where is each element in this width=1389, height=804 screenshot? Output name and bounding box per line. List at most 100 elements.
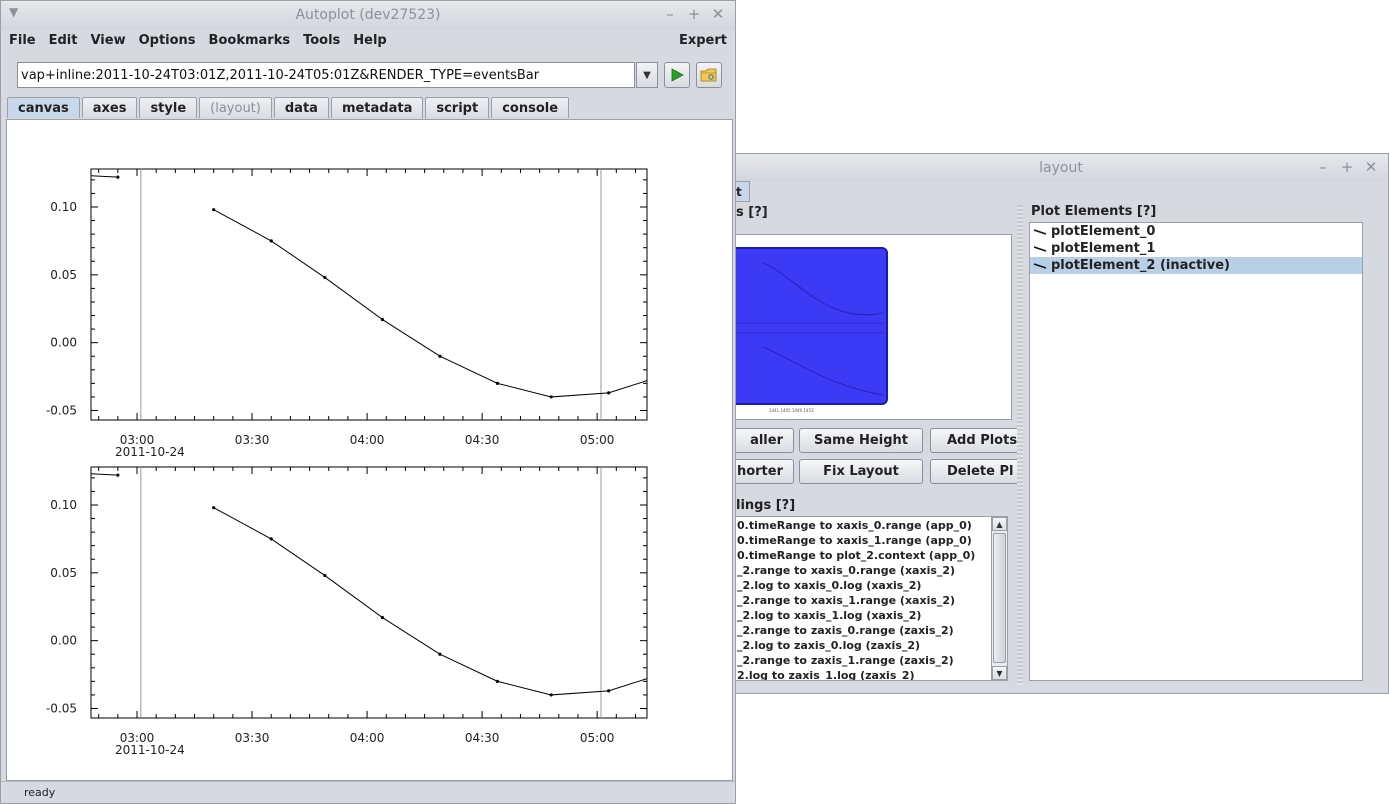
menu-help[interactable]: Help xyxy=(353,33,386,48)
tab-style[interactable]: style xyxy=(139,97,198,118)
list-item[interactable]: _2.range to zaxis_1.range (zaxis_2) xyxy=(735,653,991,668)
plot-frame[interactable] xyxy=(90,168,648,421)
scroll-up-icon[interactable]: ▲ xyxy=(992,517,1007,531)
plot-0[interactable]: 03:002011-10-2403:30 04:00 04:30 05:000.100… xyxy=(46,168,648,459)
data-point[interactable] xyxy=(116,473,120,477)
layout-window-title: layout xyxy=(1039,159,1083,176)
folder-icon xyxy=(700,68,717,82)
minimize-icon[interactable]: – xyxy=(663,5,677,23)
add-plots-button[interactable]: Add Plots xyxy=(930,428,1020,453)
data-point[interactable] xyxy=(607,689,611,693)
run-button[interactable] xyxy=(664,62,690,88)
menu-edit[interactable]: Edit xyxy=(49,33,78,48)
series-line[interactable] xyxy=(213,507,647,696)
series-line[interactable] xyxy=(91,175,118,178)
data-point[interactable] xyxy=(549,693,553,697)
data-point[interactable] xyxy=(212,208,216,212)
plot-1[interactable]: 03:002011-10-2403:30 04:00 04:30 05:000.100… xyxy=(46,466,648,757)
status-text: ready xyxy=(24,786,56,799)
data-point[interactable] xyxy=(549,395,553,399)
list-item[interactable]: 0.timeRange to xaxis_0.range (app_0) xyxy=(735,518,991,533)
scroll-thumb[interactable] xyxy=(993,533,1006,663)
open-file-button[interactable] xyxy=(696,62,722,88)
tab-console[interactable]: console xyxy=(491,97,570,118)
data-point[interactable] xyxy=(438,354,442,358)
window-menu-icon[interactable]: ▼ xyxy=(9,5,18,19)
menu-expert[interactable]: Expert xyxy=(679,33,727,48)
x-tick-label: 04:00 xyxy=(350,433,385,447)
list-item[interactable]: 0.timeRange to xaxis_1.range (app_0) xyxy=(735,533,991,548)
data-point[interactable] xyxy=(269,239,273,243)
data-point[interactable] xyxy=(323,573,327,578)
same-height-button[interactable]: Same Height xyxy=(799,428,923,453)
list-item[interactable]: _2.range to xaxis_0.range (xaxis_2) xyxy=(735,563,991,578)
x-tick-label: 05:00 xyxy=(580,433,615,447)
list-item[interactable]: plotElement_0 xyxy=(1030,223,1362,240)
plot-frame[interactable] xyxy=(90,466,648,719)
bindings-items: 0.timeRange to xaxis_0.range (app_0) 0.t… xyxy=(735,518,991,680)
line-style-icon xyxy=(1033,245,1047,252)
delete-plots-button[interactable]: Delete Pl xyxy=(930,459,1020,484)
data-point[interactable] xyxy=(495,381,500,385)
menu-view[interactable]: View xyxy=(90,33,125,48)
list-item[interactable]: plotElement_1 xyxy=(1030,240,1362,257)
maximize-icon[interactable]: + xyxy=(687,5,701,23)
preview-canvas-rect[interactable] xyxy=(726,247,888,405)
y-tick-label: 0.00 xyxy=(50,634,77,648)
plot-elements-list[interactable]: plotElement_0 plotElement_1 plotElement_… xyxy=(1029,222,1363,681)
fix-layout-button[interactable]: Fix Layout xyxy=(799,459,923,484)
series-line[interactable] xyxy=(91,473,118,476)
layout-titlebar[interactable]: layout – + ✕ xyxy=(734,154,1388,181)
list-item[interactable]: _2.log to xaxis_0.log (xaxis_2) xyxy=(735,578,991,593)
line-style-icon xyxy=(1033,228,1047,235)
close-icon[interactable]: ✕ xyxy=(1364,158,1378,176)
list-item[interactable]: _2.log to xaxis_1.log (xaxis_2) xyxy=(735,608,991,623)
menu-bookmarks[interactable]: Bookmarks xyxy=(209,33,291,48)
tab-layout[interactable]: (layout) xyxy=(199,97,272,118)
tab-canvas[interactable]: canvas xyxy=(7,97,80,118)
data-point[interactable] xyxy=(269,537,273,541)
layout-preview-svg: 1441 1445 1449 1453 xyxy=(726,247,888,413)
status-bar: ready xyxy=(1,781,735,803)
bindings-scrollbar[interactable]: ▲ ▼ xyxy=(991,517,1007,680)
maximize-icon[interactable]: + xyxy=(1340,158,1354,176)
list-item[interactable]: _2.range to zaxis_0.range (zaxis_2) xyxy=(735,623,991,638)
list-item[interactable]: plotElement_2 (inactive) xyxy=(1030,257,1362,274)
menu-tools[interactable]: Tools xyxy=(303,33,340,48)
minimize-icon[interactable]: – xyxy=(1316,158,1330,176)
data-point[interactable] xyxy=(438,652,442,656)
list-item[interactable]: _2.log to zaxis_0.log (zaxis_2) xyxy=(735,638,991,653)
list-item[interactable]: _2.range to xaxis_1.range (xaxis_2) xyxy=(735,593,991,608)
plot-element-label: plotElement_1 xyxy=(1051,241,1156,256)
list-item[interactable]: 0.timeRange to plot_2.context (app_0) xyxy=(735,548,991,563)
tab-script[interactable]: script xyxy=(425,97,490,118)
split-pane-divider[interactable] xyxy=(1017,205,1023,685)
y-tick-label: 0.05 xyxy=(50,566,77,580)
uri-input[interactable] xyxy=(17,62,635,88)
layout-tab[interactable]: t xyxy=(734,181,750,202)
data-point[interactable] xyxy=(380,616,385,620)
uri-dropdown-button[interactable]: ▼ xyxy=(636,62,658,88)
bindings-list[interactable]: 0.timeRange to xaxis_0.range (app_0) 0.t… xyxy=(734,516,1008,681)
tab-metadata[interactable]: metadata xyxy=(330,97,424,118)
tab-axes[interactable]: axes xyxy=(81,97,138,118)
plots-svg[interactable]: 03:002011-10-2403:30 04:00 04:30 05:000.100… xyxy=(7,120,732,780)
data-point[interactable] xyxy=(495,679,500,683)
plot-canvas[interactable]: 03:00 2011-10-24 03:30 04:00 04:30 05:00 0.10 0… xyxy=(6,119,733,781)
y-tick-label: -0.05 xyxy=(46,702,77,716)
data-point[interactable] xyxy=(323,275,327,280)
tab-data[interactable]: data xyxy=(273,97,329,118)
data-point[interactable] xyxy=(607,391,611,395)
data-point[interactable] xyxy=(116,175,120,179)
scroll-down-icon[interactable]: ▼ xyxy=(992,666,1007,680)
y-tick-label: -0.05 xyxy=(46,404,77,418)
data-point[interactable] xyxy=(212,506,216,510)
menu-options[interactable]: Options xyxy=(139,33,196,48)
main-titlebar[interactable]: ▼ Autoplot (dev27523) – + ✕ xyxy=(1,1,735,29)
data-point[interactable] xyxy=(380,318,385,322)
canvas-preview[interactable]: 1441 1445 1449 1453 xyxy=(726,234,1012,420)
list-item[interactable]: 2.log to zaxis_1.log (zaxis_2) xyxy=(735,668,991,680)
menu-file[interactable]: File xyxy=(9,33,36,48)
series-line[interactable] xyxy=(213,209,647,398)
close-icon[interactable]: ✕ xyxy=(711,5,725,23)
